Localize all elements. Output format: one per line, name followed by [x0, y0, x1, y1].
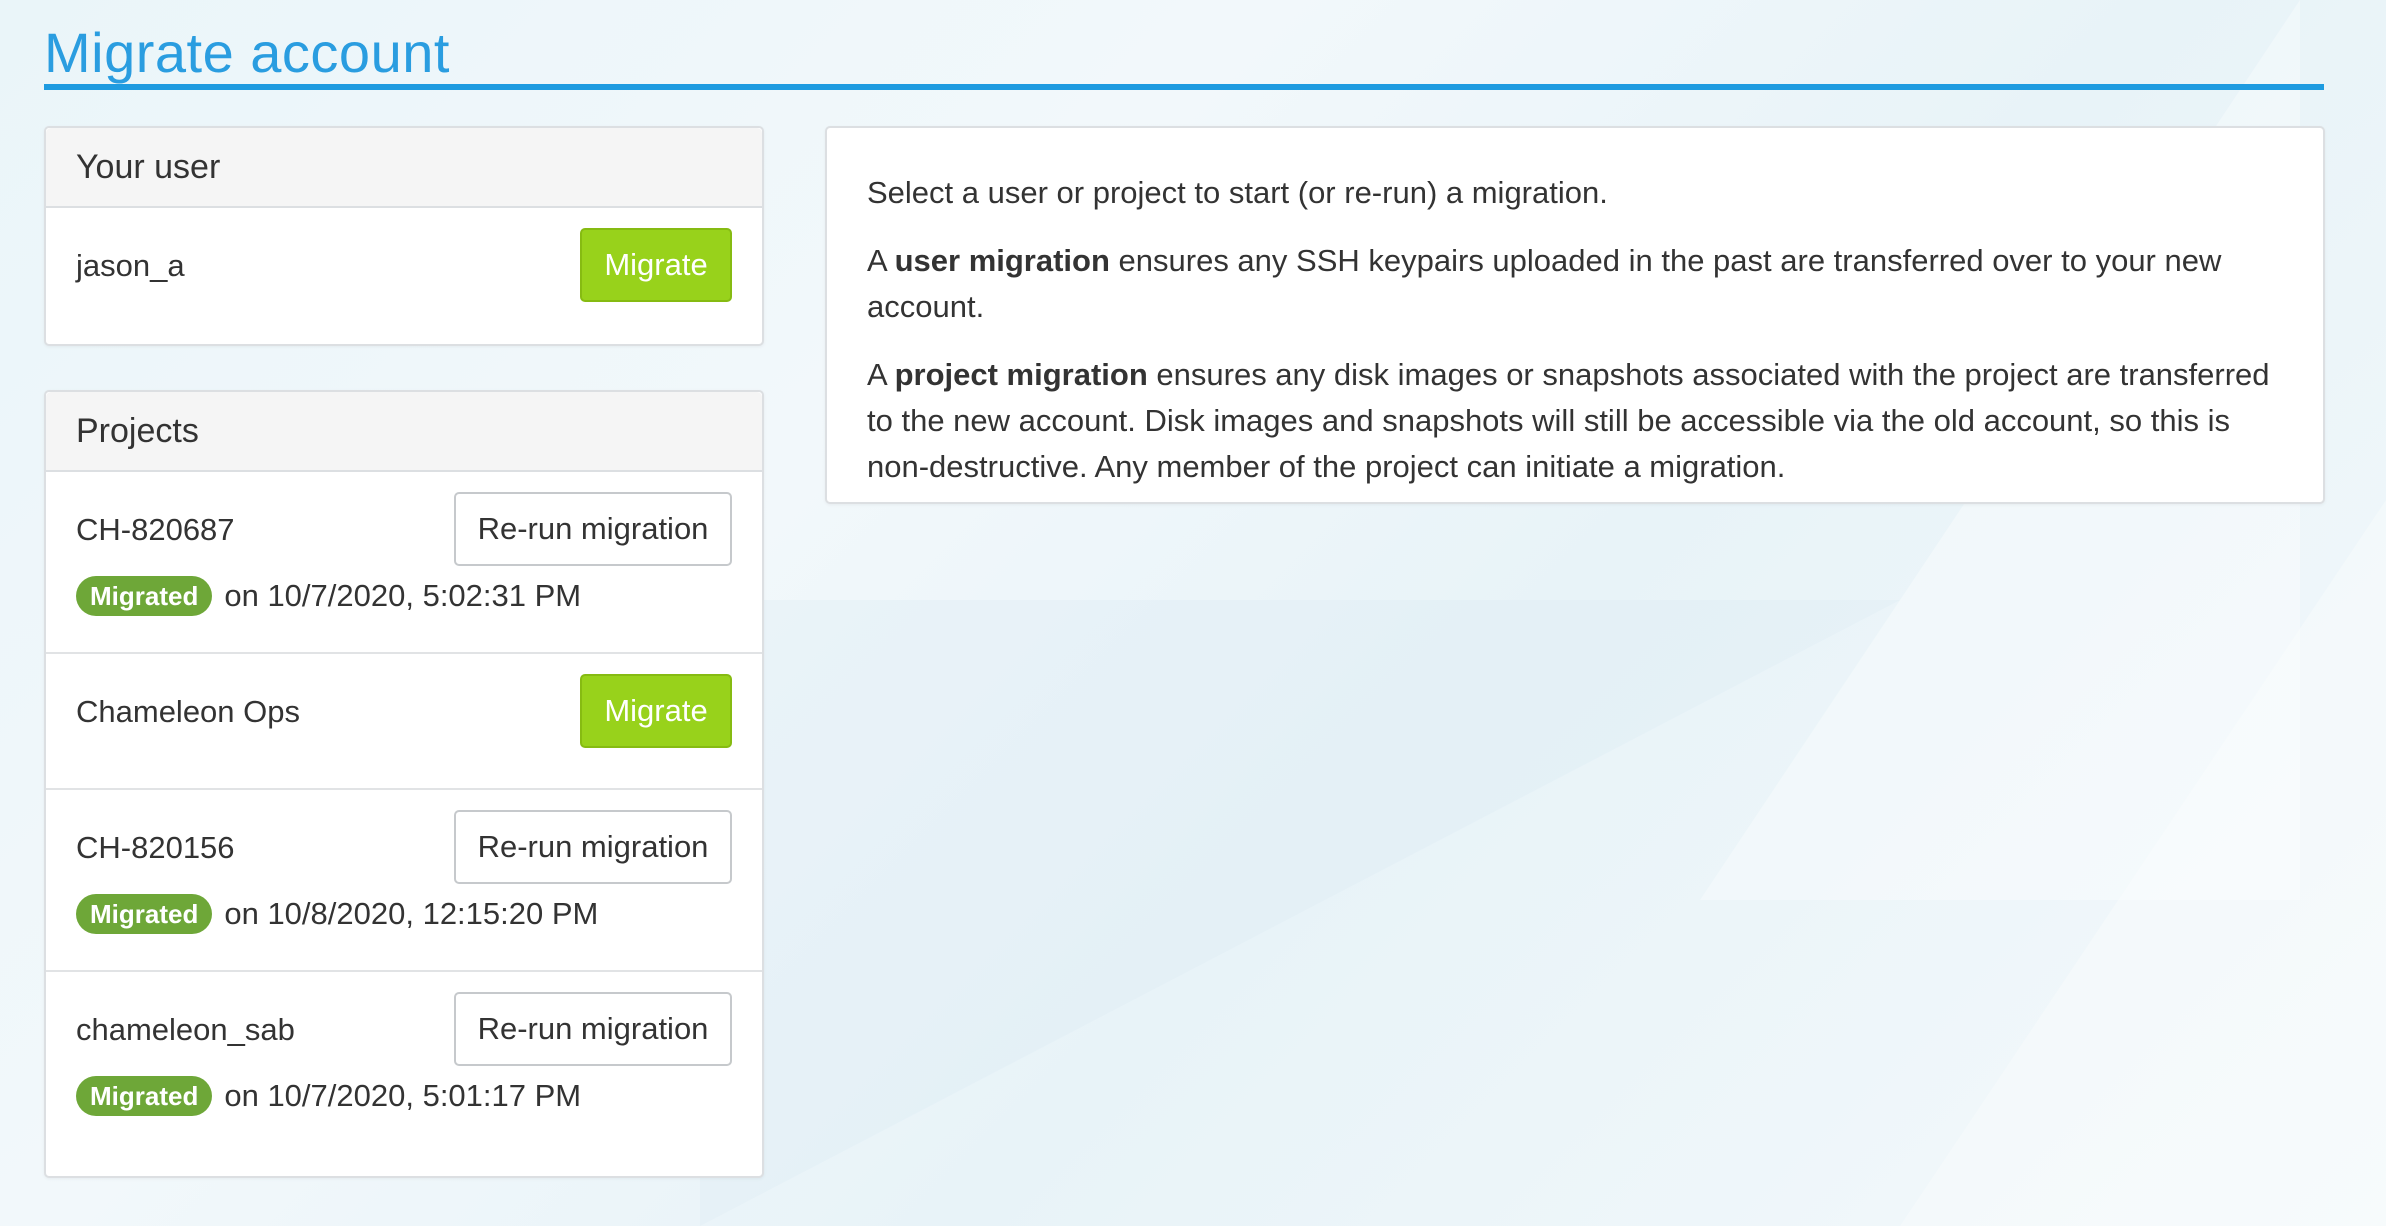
info-prefix: A — [867, 357, 895, 392]
info-user-migration: A user migration ensures any SSH keypair… — [867, 238, 2283, 330]
user-row: jason_a Migrate — [46, 208, 762, 344]
info-panel: Select a user or project to start (or re… — [825, 126, 2325, 504]
username: jason_a — [76, 248, 185, 283]
info-intro: Select a user or project to start (or re… — [867, 175, 1608, 210]
rerun-migration-button[interactable]: Re-run migration — [454, 492, 732, 566]
migrate-user-button[interactable]: Migrate — [580, 228, 732, 302]
migration-status: Migrated on 10/7/2020, 5:01:17 PM — [76, 1076, 581, 1116]
info-prefix: A — [867, 243, 895, 278]
page-title: Migrate account — [44, 21, 450, 84]
info-project-migration: A project migration ensures any disk ima… — [867, 352, 2283, 490]
project-migration-term: project migration — [894, 357, 1148, 392]
migration-status: Migrated on 10/7/2020, 5:02:31 PM — [76, 576, 581, 616]
migrated-date: on 10/7/2020, 5:02:31 PM — [224, 578, 582, 613]
background-shape — [1900, 500, 2386, 1226]
user-migration-term: user migration — [894, 243, 1110, 278]
user-panel: Your user jason_a Migrate — [44, 126, 764, 346]
project-row: CH-820156 Re-run migration Migrated on 1… — [46, 790, 762, 972]
migrated-badge: Migrated — [76, 1076, 213, 1116]
rerun-migration-button[interactable]: Re-run migration — [454, 992, 732, 1066]
project-name: CH-820687 — [76, 512, 235, 547]
project-row: Chameleon Ops Migrate — [46, 654, 762, 790]
project-row: CH-820687 Re-run migration Migrated on 1… — [46, 472, 762, 654]
projects-panel-heading: Projects — [46, 392, 762, 472]
background-shape — [700, 600, 1900, 1226]
project-row: chameleon_sab Re-run migration Migrated … — [46, 972, 762, 1154]
page-header: Migrate account — [44, 18, 2324, 90]
migrated-badge: Migrated — [76, 576, 213, 616]
migration-status: Migrated on 10/8/2020, 12:15:20 PM — [76, 894, 598, 934]
rerun-migration-button[interactable]: Re-run migration — [454, 810, 732, 884]
projects-panel: Projects CH-820687 Re-run migration Migr… — [44, 390, 764, 1178]
migrated-date: on 10/7/2020, 5:01:17 PM — [224, 1078, 582, 1113]
project-name: chameleon_sab — [76, 1012, 295, 1047]
migrated-badge: Migrated — [76, 894, 213, 934]
user-panel-heading: Your user — [46, 128, 762, 208]
migrate-project-button[interactable]: Migrate — [580, 674, 732, 748]
project-name: CH-820156 — [76, 830, 235, 865]
migrated-date: on 10/8/2020, 12:15:20 PM — [224, 896, 599, 931]
project-name: Chameleon Ops — [76, 694, 301, 729]
